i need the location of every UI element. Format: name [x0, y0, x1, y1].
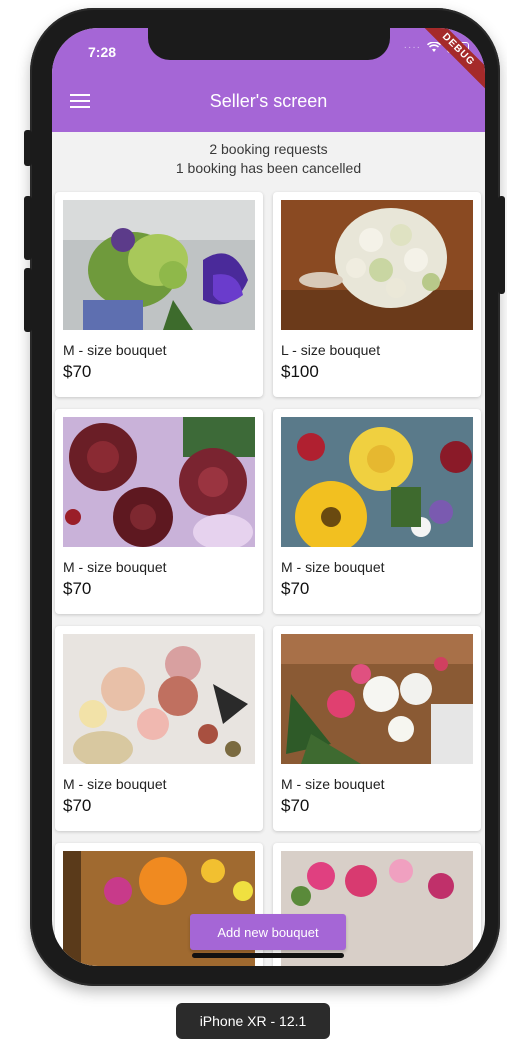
wifi-icon [427, 42, 441, 53]
bouquet-name: M - size bouquet [63, 776, 167, 792]
bouquet-price: $100 [281, 362, 319, 381]
booking-notices: 2 booking requests 1 booking has been ca… [52, 140, 485, 178]
volume-down-button [24, 268, 32, 332]
bouquet-card[interactable]: M - size bouquet $70 [55, 626, 263, 831]
debug-banner: DEBUG [413, 28, 485, 95]
bouquet-card[interactable]: M - size bouquet $70 [55, 192, 263, 397]
volume-up-button [24, 196, 32, 260]
bouquet-price: $70 [281, 796, 310, 815]
bouquet-image [63, 417, 255, 547]
bouquet-image [63, 634, 255, 764]
bouquet-image [281, 200, 473, 330]
bouquet-name: L - size bouquet [281, 342, 381, 358]
bouquet-name: M - size bouquet [63, 559, 167, 575]
power-button [498, 196, 505, 294]
add-bouquet-button[interactable]: Add new bouquet [190, 914, 346, 950]
bouquet-price: $70 [281, 579, 310, 598]
device-label: iPhone XR - 12.1 [176, 1003, 330, 1039]
bouquet-name: M - size bouquet [281, 776, 385, 792]
device-notch [148, 28, 390, 60]
bouquet-card[interactable]: M - size bouquet $70 [55, 409, 263, 614]
bouquet-image [281, 634, 473, 764]
bouquet-name: M - size bouquet [63, 342, 167, 358]
booking-requests-text: 2 booking requests [209, 141, 328, 157]
app-screen: 7:28 ···· DEBUG Seller's screen 2 bookin… [52, 28, 485, 966]
bouquet-card[interactable]: L - size bouquet $100 [273, 192, 481, 397]
page-title: Seller's screen [209, 91, 328, 111]
bouquet-card[interactable]: M - size bouquet $70 [273, 626, 481, 831]
mute-switch [24, 130, 32, 166]
status-time: 7:28 [88, 44, 117, 60]
bouquet-card[interactable]: M - size bouquet $70 [273, 409, 481, 614]
signal-icon: ···· [403, 42, 421, 53]
home-indicator [192, 953, 344, 958]
bouquet-price: $70 [63, 579, 92, 598]
bouquet-name: M - size bouquet [281, 559, 385, 575]
bouquet-image [281, 417, 473, 547]
bouquet-price: $70 [63, 362, 92, 381]
bouquet-image [63, 200, 255, 330]
booking-cancelled-text: 1 booking has been cancelled [175, 160, 362, 176]
bouquet-price: $70 [63, 796, 92, 815]
